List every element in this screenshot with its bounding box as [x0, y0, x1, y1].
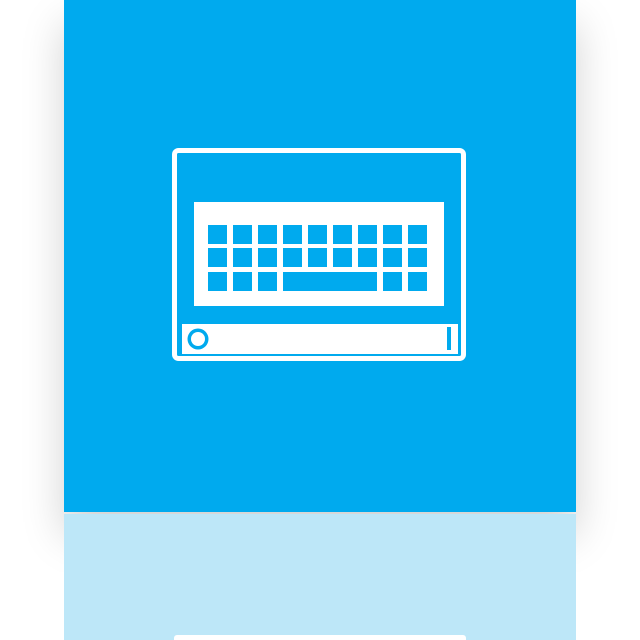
key — [333, 248, 352, 267]
key — [258, 248, 277, 267]
key — [208, 272, 227, 291]
key — [233, 225, 252, 244]
key — [333, 225, 352, 244]
bar-circle-inner — [191, 332, 205, 346]
reflection-bar — [174, 635, 466, 640]
key — [233, 272, 252, 291]
key — [383, 248, 402, 267]
key — [408, 248, 427, 267]
key — [383, 272, 402, 291]
key — [208, 225, 227, 244]
text-cursor — [447, 327, 451, 350]
key — [358, 225, 377, 244]
key — [208, 248, 227, 267]
key — [258, 272, 277, 291]
key — [308, 248, 327, 267]
on-screen-keyboard-icon — [172, 148, 466, 361]
app-tile[interactable] — [64, 0, 576, 512]
key — [258, 225, 277, 244]
keyboard-keys — [208, 225, 427, 291]
key — [308, 225, 327, 244]
app-tile-stage — [0, 0, 640, 640]
spacebar-key — [283, 272, 377, 291]
key — [408, 225, 427, 244]
key — [408, 272, 427, 291]
key — [283, 225, 302, 244]
tile-reflection — [64, 514, 576, 640]
key — [283, 248, 302, 267]
key — [233, 248, 252, 267]
key — [358, 248, 377, 267]
input-bar — [182, 324, 458, 354]
key — [383, 225, 402, 244]
